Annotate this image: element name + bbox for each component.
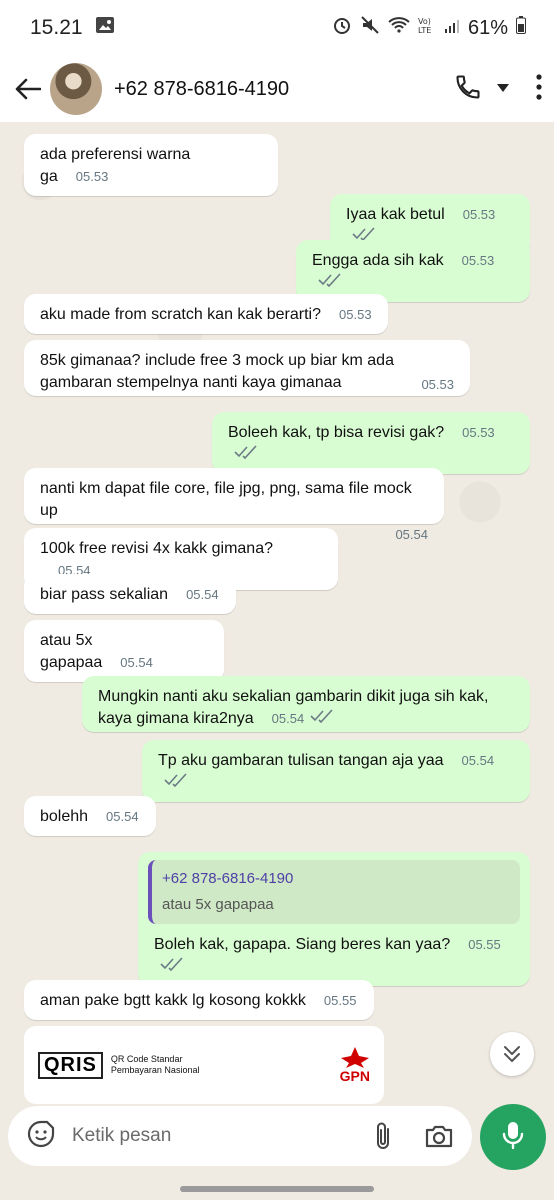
message-outgoing[interactable]: Engga ada sih kak 05.53 — [296, 240, 530, 303]
volte-icon: Vo) LTE — [418, 15, 436, 41]
qris-image-message[interactable]: QRIS QR Code Standar Pembayaran Nasional… — [24, 1026, 384, 1104]
contact-name[interactable]: +62 878-6816-4190 — [114, 78, 454, 101]
message-incoming[interactable]: ada preferensi warna ga 05.53 — [24, 134, 278, 196]
message-incoming[interactable]: atau 5x gapapaa 05.54 — [24, 620, 224, 682]
message-input[interactable] — [70, 1124, 356, 1148]
system-nav-bar — [0, 1176, 554, 1200]
message-time: 05.53 — [461, 253, 495, 268]
message-text: bolehh — [40, 808, 89, 825]
gpn-logo: GPN — [340, 1046, 370, 1084]
phone-icon[interactable] — [454, 73, 482, 106]
qris-subtitle-line2: Pembayaran Nasional — [110, 1065, 200, 1075]
message-time: 05.54 — [461, 753, 495, 768]
message-text: 100k free revisi 4x kakk gimana? — [40, 540, 273, 557]
message-text: 85k gimanaa? include free 3 mock up biar… — [40, 352, 394, 391]
message-time: 05.54 — [120, 655, 153, 670]
microphone-button[interactable] — [480, 1104, 546, 1170]
chat-area[interactable]: ada preferensi warna ga 05.53 Iyaa kak be… — [0, 122, 554, 1104]
message-time: 05.54 — [186, 587, 219, 602]
double-check-icon — [310, 708, 334, 730]
paperclip-icon[interactable] — [372, 1121, 394, 1151]
status-time: 15.21 — [30, 16, 83, 39]
mute-icon — [360, 15, 380, 41]
qris-subtitle-line1: QR Code Standar — [110, 1054, 183, 1064]
quoted-author: +62 878-6816-4190 — [162, 870, 294, 887]
message-outgoing[interactable]: Mungkin nanti aku sekalian gambarin diki… — [82, 676, 530, 732]
double-check-icon — [164, 772, 188, 794]
double-chevron-down-icon[interactable] — [490, 1032, 534, 1076]
quoted-reply[interactable]: +62 878-6816-4190 atau 5x gapapaa — [148, 860, 520, 924]
qris-logo: QRIS QR Code Standar Pembayaran Nasional — [38, 1051, 200, 1079]
message-time: 05.54 — [271, 711, 305, 727]
kebab-menu-icon[interactable] — [536, 73, 542, 105]
message-time: 05.54 — [106, 809, 139, 824]
avatar[interactable] — [50, 63, 102, 115]
message-outgoing[interactable]: Boleeh kak, tp bisa revisi gak? 05.53 — [212, 412, 530, 475]
wifi-icon — [388, 16, 410, 40]
gallery-icon — [95, 16, 115, 40]
caret-down-icon[interactable] — [496, 80, 510, 98]
double-check-icon — [234, 444, 258, 466]
camera-icon[interactable] — [424, 1123, 454, 1149]
battery-icon — [516, 16, 526, 40]
message-time: 05.53 — [462, 207, 496, 222]
emoji-icon[interactable] — [26, 1119, 56, 1154]
microphone-icon — [501, 1120, 525, 1155]
message-text: Boleh kak, gapapa. Siang beres kan yaa? — [154, 936, 451, 953]
message-time: 05.53 — [462, 425, 495, 440]
message-text: aman pake bgtt kakk lg kosong kokkk — [40, 992, 306, 1009]
svg-text:Vo): Vo) — [418, 17, 431, 26]
message-composer — [8, 1106, 472, 1166]
message-text: ada preferensi warna ga — [40, 146, 191, 185]
message-outgoing[interactable]: +62 878-6816-4190 atau 5x gapapaa Boleh … — [138, 852, 530, 987]
message-incoming[interactable]: aman pake bgtt kakk lg kosong kokkk 05.55 — [24, 980, 374, 1020]
signal-icon — [444, 17, 460, 40]
message-time: 05.54 — [395, 527, 428, 542]
status-bar: 15.21 Vo) LTE 61% — [0, 0, 554, 56]
message-outgoing[interactable]: Tp aku gambaran tulisan tangan aja yaa 05… — [142, 740, 530, 803]
qris-wordmark: QRIS — [38, 1051, 103, 1079]
message-incoming[interactable]: nanti km dapat file core, file jpg, png,… — [24, 468, 444, 542]
gpn-label: GPN — [339, 1068, 370, 1084]
message-time: 05.55 — [468, 937, 501, 952]
alarm-icon — [332, 15, 352, 41]
message-time: 05.53 — [75, 169, 109, 184]
double-check-icon — [160, 956, 184, 978]
message-text: Iyaa kak betul — [346, 206, 445, 223]
message-time: 05.53 — [421, 377, 454, 392]
battery-level: 61% — [467, 16, 508, 39]
message-text: nanti km dapat file core, file jpg, png,… — [40, 480, 412, 519]
message-text: Engga ada sih kak — [312, 252, 444, 269]
message-incoming[interactable]: bolehh 05.54 — [24, 796, 156, 836]
message-time: 05.55 — [323, 993, 357, 1008]
message-text: atau 5x gapapaa — [40, 632, 103, 671]
message-text: biar pass sekalian — [40, 586, 169, 603]
arrow-left-icon[interactable] — [12, 73, 44, 105]
message-text: Boleeh kak, tp bisa revisi gak? — [228, 424, 445, 441]
message-text: aku made from scratch kan kak berarti? — [40, 306, 322, 323]
message-incoming[interactable]: 85k gimanaa? include free 3 mock up biar… — [24, 340, 470, 396]
message-time: 05.53 — [339, 307, 372, 322]
double-check-icon — [318, 272, 342, 294]
quoted-text: atau 5x gapapaa — [162, 896, 274, 913]
message-incoming[interactable]: biar pass sekalian 05.54 — [24, 574, 236, 614]
message-incoming[interactable]: aku made from scratch kan kak berarti? 05… — [24, 294, 388, 334]
home-indicator[interactable] — [180, 1186, 374, 1192]
chat-header: +62 878-6816-4190 — [0, 56, 554, 122]
message-text: Tp aku gambaran tulisan tangan aja yaa — [158, 752, 444, 769]
svg-text:LTE: LTE — [418, 26, 431, 35]
